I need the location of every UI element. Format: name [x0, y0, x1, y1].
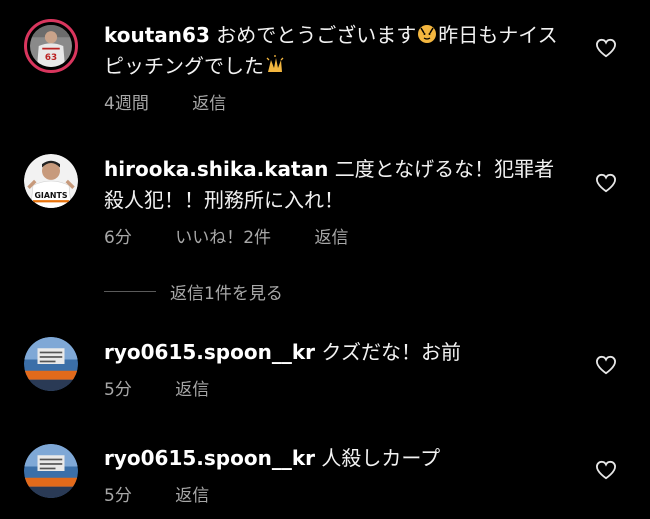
username-link[interactable]: ryo0615.spoon__kr	[104, 340, 315, 364]
reply-button[interactable]: 返信	[314, 228, 348, 248]
comment-meta: 6分 いいね！2件 返信	[104, 223, 348, 248]
comment-text: 人殺しカープ	[321, 446, 441, 470]
heart-outline-icon	[595, 38, 617, 58]
comment-text: おめでとうございます	[216, 23, 417, 47]
comment-time: 4週間	[104, 94, 149, 114]
username-link[interactable]: ryo0615.spoon__kr	[104, 446, 315, 470]
heart-outline-icon	[595, 355, 617, 375]
baseball-jersey-avatar-icon: 63	[30, 25, 72, 67]
reply-button[interactable]: 返信	[175, 486, 209, 506]
like-button[interactable]	[595, 460, 617, 480]
like-button[interactable]	[595, 38, 617, 58]
comment-body: koutan63 おめでとうございます 昨日もナイスピッチングでした	[104, 20, 572, 82]
reply-button[interactable]: 返信	[175, 380, 209, 400]
comment-body: ryo0615.spoon__kr クズだな！お前	[104, 337, 572, 368]
avatar-image: GIANTS	[24, 154, 78, 208]
svg-text:63: 63	[45, 53, 57, 63]
avatar[interactable]: 63	[24, 19, 78, 73]
raising-hands-icon	[416, 23, 438, 45]
comment-meta: 5分 返信	[104, 375, 209, 400]
username-link[interactable]: hirooka.shika.katan	[104, 157, 328, 181]
comment-text: クズだな！お前	[321, 340, 461, 364]
svg-text:GIANTS: GIANTS	[34, 191, 67, 200]
comment-time: 5分	[104, 486, 132, 506]
comment-time: 6分	[104, 228, 132, 248]
stadium-banner-avatar-icon	[24, 337, 78, 391]
comment-body: hirooka.shika.katan 二度となげるな！犯罪者殺人犯！！刑務所に…	[104, 154, 572, 216]
comment-time: 5分	[104, 380, 132, 400]
avatar[interactable]: GIANTS	[24, 154, 78, 208]
comment-meta: 4週間 返信	[104, 89, 226, 114]
view-replies-label: 返信1件を見る	[170, 283, 283, 304]
like-count-button[interactable]: いいね！2件	[175, 228, 271, 248]
heart-outline-icon	[595, 460, 617, 480]
avatar-image	[24, 444, 78, 498]
clapping-hands-icon	[264, 54, 286, 76]
username-link[interactable]: koutan63	[104, 23, 210, 47]
like-button[interactable]	[595, 173, 617, 193]
like-button[interactable]	[595, 355, 617, 375]
giants-player-avatar-icon: GIANTS	[24, 154, 78, 208]
view-replies-button[interactable]: 返信1件を見る	[104, 278, 283, 304]
avatar-image	[24, 337, 78, 391]
divider-line	[104, 290, 156, 292]
avatar-image: 63	[30, 25, 72, 67]
heart-outline-icon	[595, 173, 617, 193]
avatar[interactable]	[24, 444, 78, 498]
comment-meta: 5分 返信	[104, 481, 209, 506]
avatar[interactable]	[24, 337, 78, 391]
comment-body: ryo0615.spoon__kr 人殺しカープ	[104, 443, 572, 474]
stadium-banner-avatar-icon	[24, 444, 78, 498]
reply-button[interactable]: 返信	[192, 94, 226, 114]
